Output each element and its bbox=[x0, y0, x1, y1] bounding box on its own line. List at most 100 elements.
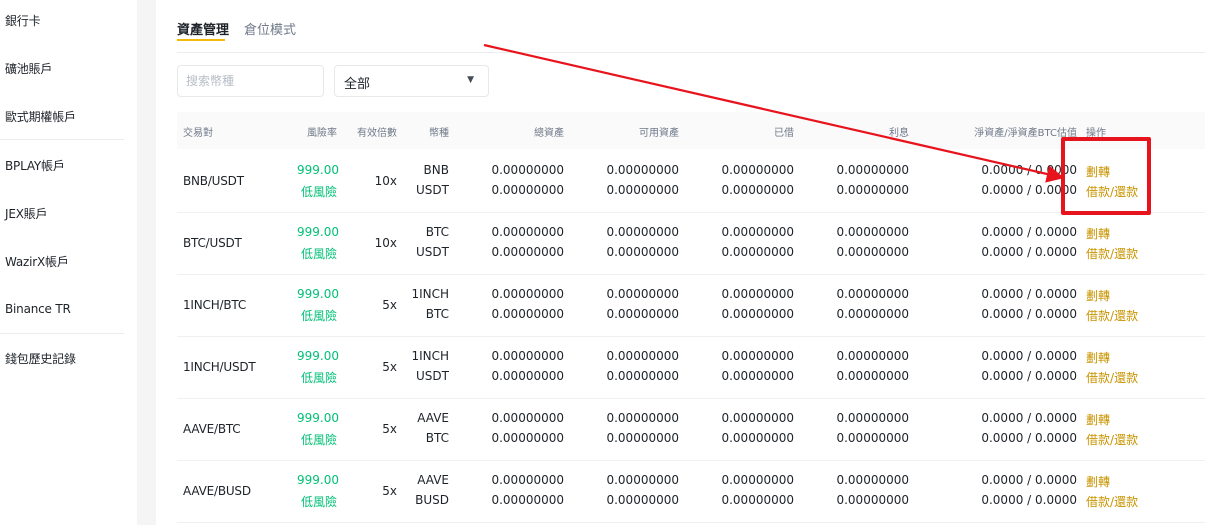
avail-base: 0.00000000 bbox=[606, 473, 679, 487]
interest-quote: 0.00000000 bbox=[836, 369, 909, 383]
total-base: 0.00000000 bbox=[491, 287, 564, 301]
risk-level: 低風險 bbox=[300, 185, 337, 199]
coin-base: 1INCH bbox=[411, 287, 449, 301]
sidebar-gutter bbox=[137, 0, 156, 525]
total-quote: 0.00000000 bbox=[491, 245, 564, 259]
sidebar-item-pool-account[interactable]: 礦池賬戶 bbox=[5, 60, 52, 77]
repay-link[interactable]: 還款 bbox=[1114, 247, 1138, 261]
transfer-link[interactable]: 劃轉 bbox=[1086, 287, 1110, 304]
header-leverage: 有效倍數 bbox=[357, 128, 397, 139]
sidebar-item-wazirx-account[interactable]: WazirX帳戶 bbox=[5, 253, 69, 270]
transfer-link[interactable]: 劃轉 bbox=[1086, 473, 1110, 490]
avail-quote: 0.00000000 bbox=[606, 183, 679, 197]
transfer-link[interactable]: 劃轉 bbox=[1086, 225, 1110, 242]
net-asset-quote: 0.0000 / 0.0000 bbox=[981, 431, 1077, 445]
borrowed-base: 0.00000000 bbox=[721, 287, 794, 301]
net-asset-base: 0.0000 / 0.0000 bbox=[981, 349, 1077, 363]
total-base: 0.00000000 bbox=[491, 225, 564, 239]
borrow-link[interactable]: 借款 bbox=[1086, 371, 1110, 385]
row-divider bbox=[177, 336, 1205, 337]
total-base: 0.00000000 bbox=[491, 411, 564, 425]
coin-quote: BTC bbox=[425, 431, 449, 445]
borrowed-base: 0.00000000 bbox=[721, 473, 794, 487]
avail-quote: 0.00000000 bbox=[606, 431, 679, 445]
header-total: 總資產 bbox=[534, 128, 564, 139]
row-divider bbox=[177, 460, 1205, 461]
net-asset-base: 0.0000 / 0.0000 bbox=[981, 411, 1077, 425]
interest-base: 0.00000000 bbox=[836, 287, 909, 301]
total-base: 0.00000000 bbox=[491, 163, 564, 177]
header-interest: 利息 bbox=[889, 128, 909, 139]
header-pair: 交易對 bbox=[183, 128, 213, 139]
borrow-link[interactable]: 借款 bbox=[1086, 433, 1110, 447]
net-asset-quote: 0.0000 / 0.0000 bbox=[981, 369, 1077, 383]
coin-base: 1INCH bbox=[411, 349, 449, 363]
header-available: 可用資產 bbox=[639, 128, 679, 139]
pair-name: AAVE/BUSD bbox=[183, 484, 251, 498]
borrow-link[interactable]: 借款 bbox=[1086, 495, 1110, 509]
total-quote: 0.00000000 bbox=[491, 307, 564, 321]
interest-quote: 0.00000000 bbox=[836, 245, 909, 259]
row-divider bbox=[177, 398, 1205, 399]
coin-base: AAVE bbox=[417, 473, 449, 487]
borrow-repay-links: 借款/還款 bbox=[1086, 369, 1138, 386]
sidebar-item-wallet-history[interactable]: 錢包歷史記錄 bbox=[5, 350, 76, 367]
row-divider bbox=[177, 274, 1205, 275]
table-header: 交易對 風險率 有效倍數 幣種 總資產 可用資產 已借 利息 淨資產/淨資產BT… bbox=[177, 112, 1205, 149]
total-base: 0.00000000 bbox=[491, 349, 564, 363]
coin-quote: BTC bbox=[425, 307, 449, 321]
active-tab-indicator bbox=[177, 39, 225, 41]
borrowed-quote: 0.00000000 bbox=[721, 245, 794, 259]
avail-base: 0.00000000 bbox=[606, 349, 679, 363]
select-value: 全部 bbox=[344, 77, 371, 92]
repay-link[interactable]: 還款 bbox=[1114, 309, 1138, 323]
risk-ratio: 999.00 bbox=[297, 225, 339, 239]
pair-name: BTC/USDT bbox=[183, 236, 242, 250]
avail-quote: 0.00000000 bbox=[606, 493, 679, 507]
row-divider bbox=[177, 212, 1205, 213]
coin-filter-select[interactable]: 全部 ▼ bbox=[334, 65, 489, 97]
transfer-link[interactable]: 劃轉 bbox=[1086, 411, 1110, 428]
borrowed-base: 0.00000000 bbox=[721, 225, 794, 239]
repay-link[interactable]: 還款 bbox=[1114, 433, 1138, 447]
annotation-highlight-box bbox=[1061, 137, 1151, 215]
borrow-link[interactable]: 借款 bbox=[1086, 247, 1110, 261]
sidebar-item-jex-account[interactable]: JEX賬戶 bbox=[5, 205, 48, 222]
coin-quote: USDT bbox=[416, 369, 449, 383]
coin-quote: USDT bbox=[416, 245, 449, 259]
header-net: 淨資產/淨資產BTC估值 bbox=[974, 128, 1077, 139]
coin-quote: BUSD bbox=[415, 493, 449, 507]
risk-level: 低風險 bbox=[300, 433, 337, 447]
pair-name: 1INCH/BTC bbox=[183, 298, 247, 312]
sidebar: 銀行卡 礦池賬戶 歐式期權帳戶 BPLAY帳戶 JEX賬戶 WazirX帳戶 B… bbox=[0, 0, 138, 525]
sidebar-item-bank-card[interactable]: 銀行卡 bbox=[5, 12, 41, 29]
net-asset-base: 0.0000 / 0.0000 bbox=[981, 225, 1077, 239]
sidebar-item-options-account[interactable]: 歐式期權帳戶 bbox=[5, 108, 76, 125]
leverage: 5x bbox=[382, 298, 397, 312]
header-borrowed: 已借 bbox=[774, 128, 794, 139]
repay-link[interactable]: 還款 bbox=[1114, 371, 1138, 385]
interest-quote: 0.00000000 bbox=[836, 307, 909, 321]
search-coin-input[interactable] bbox=[177, 65, 324, 97]
risk-level: 低風險 bbox=[300, 495, 337, 509]
borrow-link[interactable]: 借款 bbox=[1086, 309, 1110, 323]
net-asset-base: 0.0000 / 0.0000 bbox=[981, 473, 1077, 487]
row-divider bbox=[177, 522, 1205, 523]
tab-asset-management[interactable]: 資產管理 bbox=[177, 19, 229, 38]
leverage: 10x bbox=[374, 174, 397, 188]
sidebar-item-binance-tr[interactable]: Binance TR bbox=[5, 302, 71, 316]
avail-base: 0.00000000 bbox=[606, 163, 679, 177]
repay-link[interactable]: 還款 bbox=[1114, 495, 1138, 509]
leverage: 5x bbox=[382, 484, 397, 498]
sidebar-item-bplay-account[interactable]: BPLAY帳戶 bbox=[5, 157, 65, 174]
coin-quote: USDT bbox=[416, 183, 449, 197]
net-asset-quote: 0.0000 / 0.0000 bbox=[981, 245, 1077, 259]
table-row: 1INCH/USDT 999.00 低風險 5x 1INCH USDT 0.00000000… bbox=[177, 338, 1205, 399]
total-quote: 0.00000000 bbox=[491, 493, 564, 507]
borrowed-quote: 0.00000000 bbox=[721, 307, 794, 321]
transfer-link[interactable]: 劃轉 bbox=[1086, 349, 1110, 366]
risk-level: 低風險 bbox=[300, 371, 337, 385]
coin-base: BTC bbox=[425, 225, 449, 239]
avail-base: 0.00000000 bbox=[606, 287, 679, 301]
tab-position-mode[interactable]: 倉位模式 bbox=[244, 19, 296, 38]
